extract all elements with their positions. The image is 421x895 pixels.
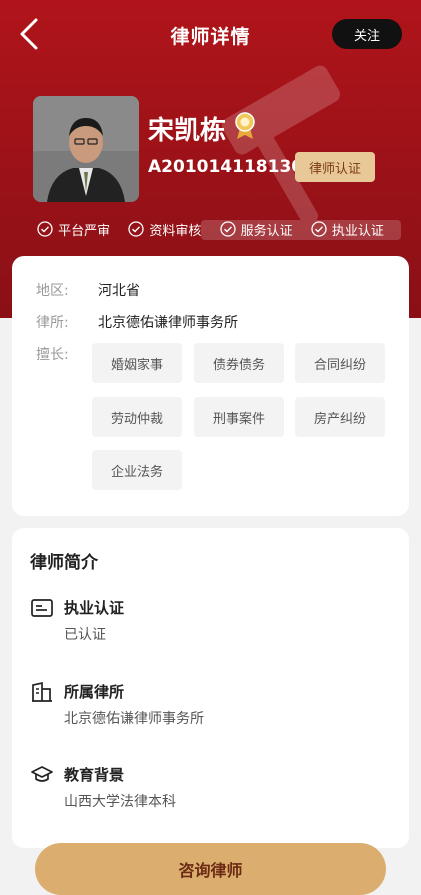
expertise-label: 擅长: — [36, 347, 69, 363]
expertise-tag[interactable]: 劳动仲裁 — [92, 397, 182, 437]
check-label: 服务认证 — [240, 223, 293, 239]
expertise-row: 擅长: — [36, 344, 98, 364]
lawyer-portrait-icon — [33, 96, 139, 202]
building-icon — [32, 681, 52, 702]
lawyer-intro-card: 律师简介 执业认证 已认证 所属律所 北京德佑谦律师事务所 教育背景 山西大学法… — [12, 528, 409, 848]
region-row: 地区: 河北省 — [36, 280, 140, 300]
check-circle-icon — [311, 221, 327, 237]
check-circle-icon — [219, 221, 236, 237]
id-card-icon — [31, 599, 53, 617]
check-item: 执业认证 — [311, 218, 384, 240]
expertise-tag[interactable]: 债券债务 — [194, 343, 284, 383]
lawyer-info-card: 地区: 河北省 律所: 北京德佑谦律师事务所 擅长: 婚姻家事 债券债务 合同纠… — [12, 256, 409, 516]
medal-icon — [235, 112, 255, 139]
expertise-tag[interactable]: 刑事案件 — [194, 397, 284, 437]
region-value: 河北省 — [98, 283, 140, 299]
lawyer-cert-badge: 律师认证 — [295, 152, 375, 182]
check-item: 服务认证 — [219, 218, 293, 240]
check-item: 资料审核 — [128, 218, 201, 240]
firm-label: 律所: — [36, 315, 69, 331]
intro-item-heading: 执业认证 — [64, 599, 125, 617]
check-circle-icon — [128, 221, 145, 237]
intro-item-value: 山西大学法律本科 — [64, 794, 176, 810]
intro-item-value: 已认证 — [64, 627, 106, 643]
check-label: 执业认证 — [331, 223, 384, 239]
check-label: 资料审核 — [149, 223, 202, 239]
firm-row: 律所: 北京德佑谦律师事务所 — [36, 312, 238, 332]
firm-value: 北京德佑谦律师事务所 — [98, 315, 238, 331]
check-item: 平台严审 — [37, 218, 110, 240]
intro-item-heading: 所属律所 — [64, 683, 125, 701]
top-navigation-bar: 律师详情 关注 — [0, 0, 421, 68]
lawyer-avatar — [33, 96, 139, 202]
expertise-tag[interactable]: 房产纠纷 — [295, 397, 385, 437]
intro-item-value: 北京德佑谦律师事务所 — [64, 711, 204, 727]
intro-item-heading: 教育背景 — [64, 766, 125, 784]
lawyer-name: 宋凯栋 — [148, 116, 227, 146]
check-circle-icon — [37, 221, 53, 237]
verification-checks: 平台严审 资料审核 服务认证 执业认证 — [0, 218, 421, 240]
intro-title: 律师简介 — [30, 553, 98, 573]
expertise-tag[interactable]: 婚姻家事 — [92, 343, 182, 383]
consult-lawyer-button[interactable]: 咨询律师 — [35, 843, 386, 895]
follow-button[interactable]: 关注 — [332, 19, 402, 49]
region-label: 地区: — [36, 283, 69, 299]
check-label: 平台严审 — [58, 223, 111, 239]
graduation-cap-icon — [31, 766, 53, 782]
expertise-tag[interactable]: 企业法务 — [92, 450, 182, 490]
expertise-tag[interactable]: 合同纠纷 — [295, 343, 385, 383]
